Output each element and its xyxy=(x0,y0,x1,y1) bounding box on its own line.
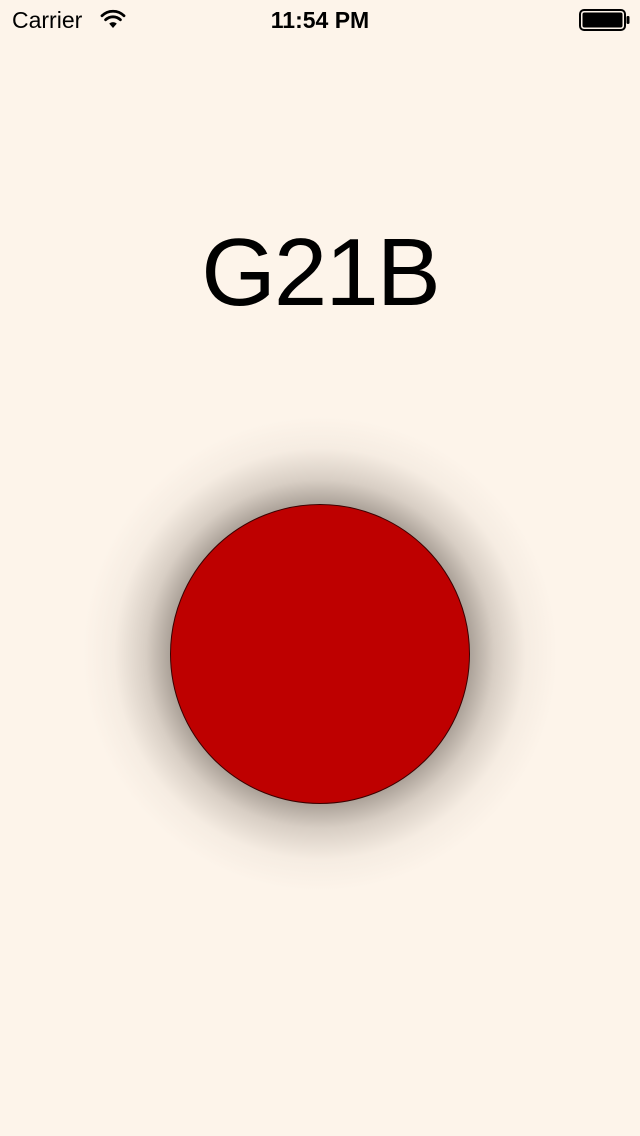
status-bar: Carrier 11:54 PM xyxy=(0,0,640,40)
circle-button[interactable] xyxy=(170,504,470,804)
battery-icon xyxy=(579,9,630,31)
code-label: G21B xyxy=(201,219,440,326)
status-time: 11:54 PM xyxy=(270,7,370,33)
